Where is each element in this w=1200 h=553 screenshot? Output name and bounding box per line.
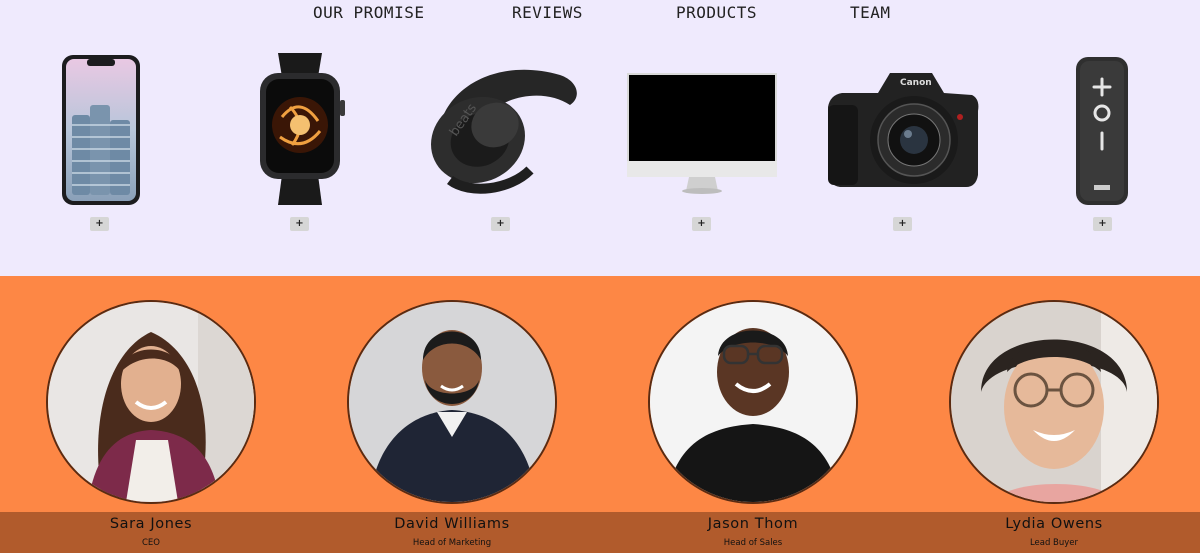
- team-member-card: Lydia Owens Lead Buyer: [949, 300, 1159, 553]
- member-role: CEO: [142, 538, 160, 548]
- product-card-camera: Canon +: [822, 45, 982, 235]
- speaker-icon[interactable]: [1022, 45, 1182, 211]
- member-name: Lydia Owens: [1005, 516, 1103, 532]
- nav-our-promise[interactable]: OUR PROMISE: [313, 3, 424, 22]
- product-card-monitor: +: [621, 45, 781, 235]
- monitor-icon[interactable]: [621, 45, 781, 211]
- team-section: Sara Jones CEO David Williams Head of Ma…: [0, 276, 1200, 553]
- nav-products[interactable]: PRODUCTS: [676, 3, 757, 22]
- avatar: [949, 300, 1159, 504]
- headphones-icon[interactable]: beats: [420, 45, 580, 211]
- smartphone-icon[interactable]: [20, 45, 180, 211]
- products-section: OUR PROMISE REVIEWS PRODUCTS TEAM + + be…: [0, 0, 1200, 276]
- add-product-button[interactable]: +: [290, 217, 309, 231]
- main-nav: OUR PROMISE REVIEWS PRODUCTS TEAM: [0, 3, 1200, 25]
- product-card-speaker: +: [1022, 45, 1182, 235]
- member-name: David Williams: [394, 516, 510, 532]
- product-card-smartphone: +: [20, 45, 180, 235]
- add-product-button[interactable]: +: [692, 217, 711, 231]
- nav-team[interactable]: TEAM: [850, 3, 891, 22]
- avatar: [648, 300, 858, 504]
- member-role: Lead Buyer: [1029, 538, 1079, 548]
- svg-text:Canon: Canon: [900, 78, 932, 88]
- camera-icon[interactable]: Canon: [822, 45, 982, 211]
- product-card-headphones: beats +: [420, 45, 580, 235]
- member-name: Sara Jones: [109, 516, 193, 532]
- member-name: Jason Thom: [707, 516, 799, 532]
- team-member-card: David Williams Head of Marketing: [347, 300, 557, 553]
- nav-reviews[interactable]: REVIEWS: [512, 3, 583, 22]
- team-member-card: Jason Thom Head of Sales: [648, 300, 858, 553]
- avatar: [46, 300, 256, 504]
- smartwatch-icon[interactable]: [220, 45, 380, 211]
- member-role: Head of Sales: [723, 538, 783, 548]
- avatar: [347, 300, 557, 504]
- product-card-smartwatch: +: [220, 45, 380, 235]
- member-role: Head of Marketing: [412, 538, 492, 548]
- team-member-card: Sara Jones CEO: [46, 300, 256, 553]
- add-product-button[interactable]: +: [491, 217, 510, 231]
- add-product-button[interactable]: +: [90, 217, 109, 231]
- add-product-button[interactable]: +: [1093, 217, 1112, 231]
- add-product-button[interactable]: +: [893, 217, 912, 231]
